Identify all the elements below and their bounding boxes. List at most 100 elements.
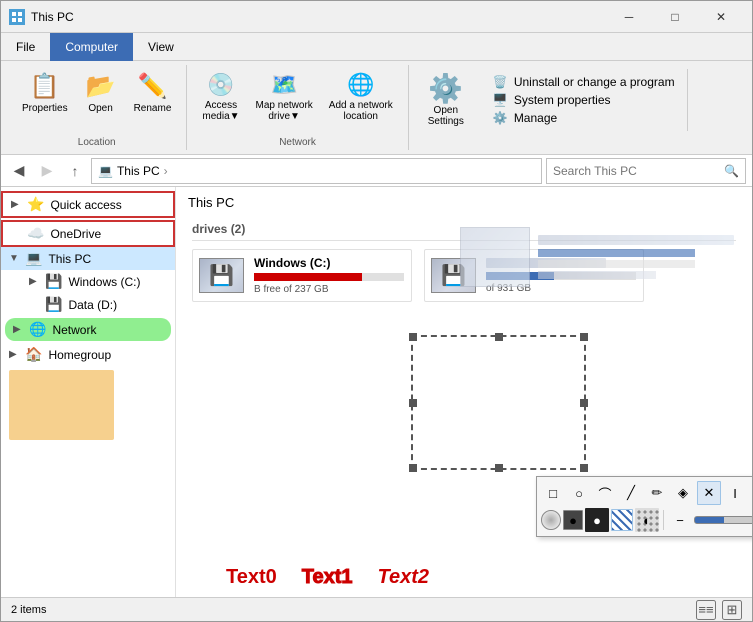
this-pc-header-text: This PC	[176, 187, 752, 210]
access-media-icon: 💿	[207, 72, 234, 98]
tool-dot-white[interactable]	[541, 510, 561, 530]
main-area: ▶ ⭐ Quick access ☁️ OneDrive ▼ 💻 This PC…	[1, 187, 752, 597]
tool-line[interactable]: ╱	[619, 481, 643, 505]
content-area: This PC drives (2) 💾 Windows (C:)	[176, 187, 752, 597]
window-title: This PC	[31, 10, 606, 24]
tool-dot-black[interactable]: ●	[585, 508, 609, 532]
tool-arc[interactable]: ⌒	[593, 481, 617, 505]
tool-minus[interactable]: −	[668, 508, 692, 532]
open-settings-button[interactable]: ⚙️ OpenSettings	[417, 67, 475, 132]
rename-label: Rename	[134, 103, 172, 114]
forward-button[interactable]: ▶	[35, 159, 59, 183]
tool-slider[interactable]	[694, 516, 752, 524]
sidebar-item-onedrive[interactable]: ☁️ OneDrive	[1, 220, 175, 247]
homegroup-icon: 🏠	[25, 346, 42, 363]
onedrive-icon: ☁️	[27, 225, 44, 242]
properties-label: Properties	[22, 103, 68, 114]
close-button[interactable]: ✕	[698, 1, 744, 33]
sidebar-item-data-d[interactable]: 💾 Data (D:)	[1, 293, 175, 316]
back-button[interactable]: ◀	[7, 159, 31, 183]
homegroup-label: Homegroup	[48, 348, 167, 362]
drive-name-windows-c: Windows (C:)	[254, 256, 405, 270]
system-props-icon: 🖥️	[493, 93, 508, 107]
uninstall-menu-item[interactable]: 🗑️ Uninstall or change a program	[489, 73, 679, 91]
drive-thumb-windows-c: 💾	[199, 258, 244, 293]
open-settings-label: OpenSettings	[428, 105, 464, 127]
manage-menu-item[interactable]: ⚙️ Manage	[489, 109, 679, 127]
handle-tr	[580, 333, 588, 341]
view-tiles-button[interactable]: ⊞	[722, 600, 742, 620]
up-button[interactable]: ↑	[63, 159, 87, 183]
access-media-label: Accessmedia▼	[202, 100, 239, 122]
sidebar-item-network[interactable]: ▶ 🌐 Network	[5, 318, 171, 341]
expand-icon-this-pc: ▼	[9, 253, 21, 264]
tool-dot-dark[interactable]: ●	[563, 510, 583, 530]
open-button[interactable]: 📂 Open	[77, 67, 125, 119]
ribbon-content: 📋 Properties 📂 Open ✏️ Rename Location	[1, 61, 752, 154]
annotation-text1: Text1	[302, 566, 353, 589]
system-menu-items: 🗑️ Uninstall or change a program 🖥️ Syst…	[481, 69, 688, 131]
tab-file[interactable]: File	[1, 33, 50, 61]
drive-space-windows-c: B free of 237 GB	[254, 284, 405, 295]
map-network-button[interactable]: 🗺️ Map networkdrive▼	[249, 67, 320, 127]
access-media-button[interactable]: 💿 Accessmedia▼	[195, 67, 246, 127]
pc-icon-address: 💻	[98, 164, 113, 178]
windows-c-label: Windows (C:)	[68, 275, 167, 289]
handle-bm	[495, 464, 503, 472]
system-props-menu-item[interactable]: 🖥️ System properties	[489, 91, 679, 109]
sidebar-item-windows-c[interactable]: ▶ 💾 Windows (C:)	[1, 270, 175, 293]
handle-ml	[409, 399, 417, 407]
window-icon	[9, 9, 25, 25]
address-crumb-thispc[interactable]: This PC	[117, 164, 160, 178]
sidebar-item-quick-access[interactable]: ▶ ⭐ Quick access	[1, 191, 175, 218]
minimize-button[interactable]: ─	[606, 1, 652, 33]
rename-button[interactable]: ✏️ Rename	[127, 67, 179, 119]
expand-icon-homegroup: ▶	[9, 349, 21, 360]
add-network-icon: 🌐	[347, 72, 374, 98]
data-d-icon: 💾	[45, 296, 62, 313]
tool-undo[interactable]: ↩	[749, 481, 752, 505]
properties-button[interactable]: 📋 Properties	[15, 67, 75, 119]
ribbon: File Computer View 📋 Properties 📂 Open	[1, 33, 752, 155]
network-buttons: 💿 Accessmedia▼ 🗺️ Map networkdrive▼ 🌐 Ad…	[195, 67, 399, 132]
view-list-button[interactable]: ≡≡	[696, 600, 716, 620]
map-network-icon: 🗺️	[270, 72, 297, 98]
tool-cross[interactable]: ✕	[697, 481, 721, 505]
tool-hatch[interactable]	[611, 509, 633, 531]
manage-label: Manage	[514, 111, 557, 125]
handle-mr	[580, 399, 588, 407]
handle-bl	[409, 464, 417, 472]
address-box[interactable]: 💻 This PC ›	[91, 158, 542, 184]
drive-item-windows-c[interactable]: 💾 Windows (C:) B free of 237 GB	[192, 249, 412, 302]
tool-oval[interactable]: ○	[567, 481, 591, 505]
ribbon-group-system: ⚙️ OpenSettings 🗑️ Uninstall or change a…	[409, 65, 696, 150]
location-buttons: 📋 Properties 📂 Open ✏️ Rename	[15, 67, 178, 132]
tool-rect[interactable]: □	[541, 481, 565, 505]
open-label: Open	[88, 103, 112, 114]
tool-halftone[interactable]: ◐	[635, 508, 659, 532]
ribbon-tabs: File Computer View	[1, 33, 752, 61]
maximize-button[interactable]: □	[652, 1, 698, 33]
bottom-annotations: Text0 Text1 Text2	[226, 566, 429, 589]
rename-icon: ✏️	[138, 72, 168, 101]
orange-highlight-box	[9, 370, 114, 440]
drive-bar-windows-c	[254, 273, 362, 281]
tool-pencil[interactable]: ✏	[645, 481, 669, 505]
this-pc-label: This PC	[48, 252, 167, 266]
tool-text[interactable]: I	[723, 481, 747, 505]
search-input[interactable]	[553, 164, 724, 178]
drive-icon-windows-c: 💾	[209, 263, 234, 288]
address-bar: ◀ ▶ ↑ 💻 This PC › 🔍	[1, 155, 752, 187]
network-icon: 🌐	[29, 321, 46, 338]
tool-paint[interactable]: ◈	[671, 481, 695, 505]
tab-view[interactable]: View	[133, 33, 189, 61]
tab-computer[interactable]: Computer	[50, 33, 133, 61]
sidebar-item-homegroup[interactable]: ▶ 🏠 Homegroup	[1, 343, 175, 366]
handle-br	[580, 464, 588, 472]
sidebar-item-this-pc[interactable]: ▼ 💻 This PC	[1, 247, 175, 270]
uninstall-label: Uninstall or change a program	[514, 75, 675, 89]
add-network-button[interactable]: 🌐 Add a networklocation	[322, 67, 400, 127]
selection-box	[411, 335, 586, 470]
expand-icon-windows-c: ▶	[29, 276, 41, 287]
search-box[interactable]: 🔍	[546, 158, 746, 184]
